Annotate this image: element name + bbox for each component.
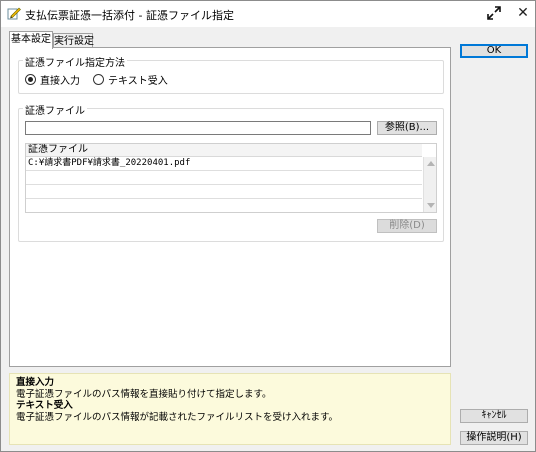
help-text-import-heading: テキスト受入 [16, 400, 73, 411]
help-direct-input-heading: 直接入力 [16, 377, 55, 388]
file-list-table: 証憑ファイル C:¥請求書PDF¥請求書_20220401.pdf [25, 143, 437, 213]
expand-arrows-icon [487, 6, 501, 20]
file-table-scrollbar[interactable] [423, 157, 436, 212]
scroll-up-icon[interactable] [427, 161, 435, 166]
pen-document-icon [7, 6, 21, 20]
method-groupbox: 証憑ファイル指定方法 直接入力 テキスト受入 [18, 54, 444, 94]
file-row[interactable] [26, 171, 422, 185]
file-row[interactable]: C:¥請求書PDF¥請求書_20220401.pdf [26, 157, 422, 171]
help-direct-input-text: 電子証憑ファイルのパス情報を直接貼り付けて指定します。 [16, 388, 272, 400]
basic-settings-panel: 証憑ファイル指定方法 直接入力 テキスト受入 証憑ファイル 参照(B)... 証… [9, 47, 451, 367]
help-text-import-text: 電子証憑ファイルのパス情報が記載されたファイルリストを受け入れます。 [16, 411, 339, 423]
close-icon: ✕ [517, 5, 529, 21]
radio-direct-input[interactable]: 直接入力 [25, 72, 80, 87]
tab-basic-settings[interactable]: 基本設定 [9, 31, 53, 49]
radio-text-import-indicator[interactable] [93, 74, 104, 85]
file-path-input[interactable] [25, 121, 371, 135]
scroll-down-icon[interactable] [427, 203, 435, 208]
radio-text-import-label: テキスト受入 [108, 76, 168, 87]
radio-direct-input-label: 直接入力 [40, 76, 80, 87]
file-table-header: 証憑ファイル [26, 144, 422, 157]
dialog-window: 支払伝票証憑一括添付 - 証憑ファイル指定 ✕ 基本設定 実行設定 証憑ファイル… [0, 0, 536, 452]
help-panel: 直接入力 電子証憑ファイルのパス情報を直接貼り付けて指定します。 テキスト受入 … [9, 373, 451, 445]
method-group-title: 証憑ファイル指定方法 [23, 54, 127, 69]
title-bar: 支払伝票証憑一括添付 - 証憑ファイル指定 ✕ [1, 1, 535, 27]
radio-text-import[interactable]: テキスト受入 [93, 72, 168, 87]
file-groupbox: 証憑ファイル 参照(B)... 証憑ファイル C:¥請求書PDF¥請求書_202… [18, 102, 444, 242]
file-group-title: 証憑ファイル [23, 102, 87, 117]
maximize-button[interactable] [482, 2, 506, 24]
browse-button[interactable]: 参照(B)... [377, 121, 437, 135]
ok-button[interactable]: OK [460, 44, 528, 58]
radio-direct-input-indicator[interactable] [25, 74, 36, 85]
delete-button[interactable]: 削除(D) [377, 219, 437, 233]
file-row[interactable] [26, 185, 422, 199]
help-button[interactable]: 操作説明(H) [460, 431, 528, 445]
file-row[interactable] [26, 199, 422, 212]
cancel-button[interactable]: ｷｬﾝｾﾙ [460, 409, 528, 423]
close-button[interactable]: ✕ [511, 2, 535, 24]
window-title: 支払伝票証憑一括添付 - 証憑ファイル指定 [25, 9, 234, 22]
